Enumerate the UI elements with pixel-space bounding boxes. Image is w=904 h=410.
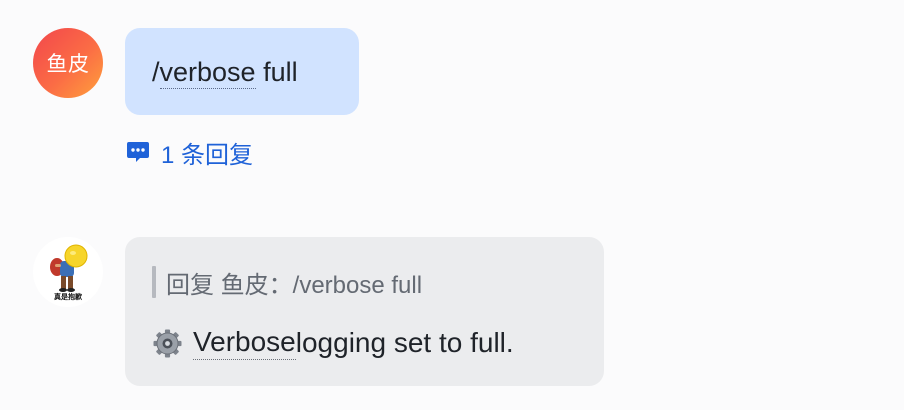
avatar-initials: 鱼皮 (46, 53, 90, 76)
bot-avatar[interactable]: 真是抱歉 (33, 237, 103, 307)
quote-text: 回复 鱼皮：/verbose full (166, 271, 423, 299)
quote-bar (152, 266, 156, 298)
command-slash: / (152, 57, 160, 87)
quoted-message[interactable]: 回复 鱼皮：/verbose full (152, 266, 423, 299)
avatar-caption: 真是抱歉 (54, 293, 82, 301)
user-avatar[interactable]: 鱼皮 (33, 28, 103, 98)
reply-rest-text: logging set to full. (295, 327, 514, 358)
reply-text: Verbose logging set to full. (152, 326, 514, 360)
command-argument: full (255, 57, 298, 87)
user-message-bubble[interactable]: /verbose full (125, 28, 359, 115)
command-word[interactable]: verbose (159, 57, 256, 89)
verbose-word[interactable]: Verbose (193, 326, 296, 360)
gear-icon (152, 328, 183, 359)
comment-bubble-icon (125, 139, 151, 165)
reply-count-label: 1 条回复 (161, 141, 254, 169)
thread-replies-link[interactable]: 1 条回复 (125, 137, 254, 169)
bot-reply-bubble[interactable]: 回复 鱼皮：/verbose full Verbose logging set … (125, 237, 604, 386)
message-text: /verbose full (152, 57, 298, 89)
